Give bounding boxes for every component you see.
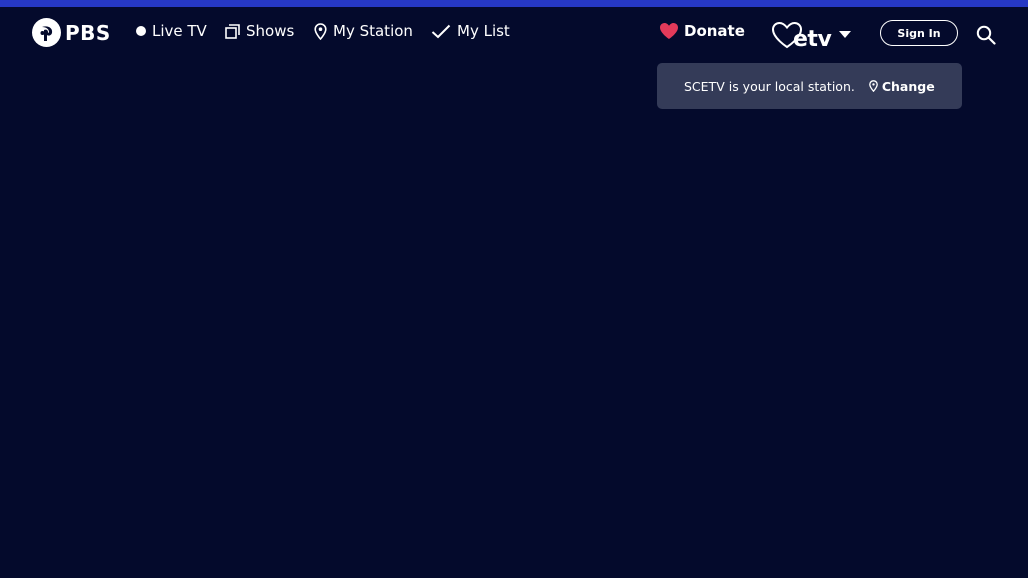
sign-in-button[interactable]: Sign In [880,20,958,46]
station-selector[interactable]: etv [771,17,852,52]
main-content-area [0,61,1028,578]
pbs-logo[interactable]: PBS [32,18,111,47]
checkmark-icon [431,24,451,39]
search-icon[interactable] [976,25,996,49]
nav-my-list-label: My List [457,22,510,40]
location-pin-icon [314,22,327,40]
chevron-down-icon [839,30,852,39]
nav-live-tv-label: Live TV [152,22,207,40]
live-dot-icon [136,26,146,36]
nav-my-station-label: My Station [333,22,413,40]
station-logo-text: etv [793,27,832,52]
donate-button[interactable]: Donate [659,22,745,40]
pbs-logo-text: PBS [65,20,111,45]
top-accent-strip [0,0,1028,7]
site-header: PBS Live TV Shows My Station My List Don… [0,7,1028,109]
shows-stack-icon [225,23,240,39]
nav-shows[interactable]: Shows [225,22,294,40]
pbs-head-icon [32,18,61,47]
donate-label: Donate [684,22,745,40]
heart-icon [659,22,679,40]
nav-live-tv[interactable]: Live TV [136,22,207,40]
nav-shows-label: Shows [246,22,295,40]
nav-my-list[interactable]: My List [431,22,510,40]
nav-my-station[interactable]: My Station [314,22,413,40]
